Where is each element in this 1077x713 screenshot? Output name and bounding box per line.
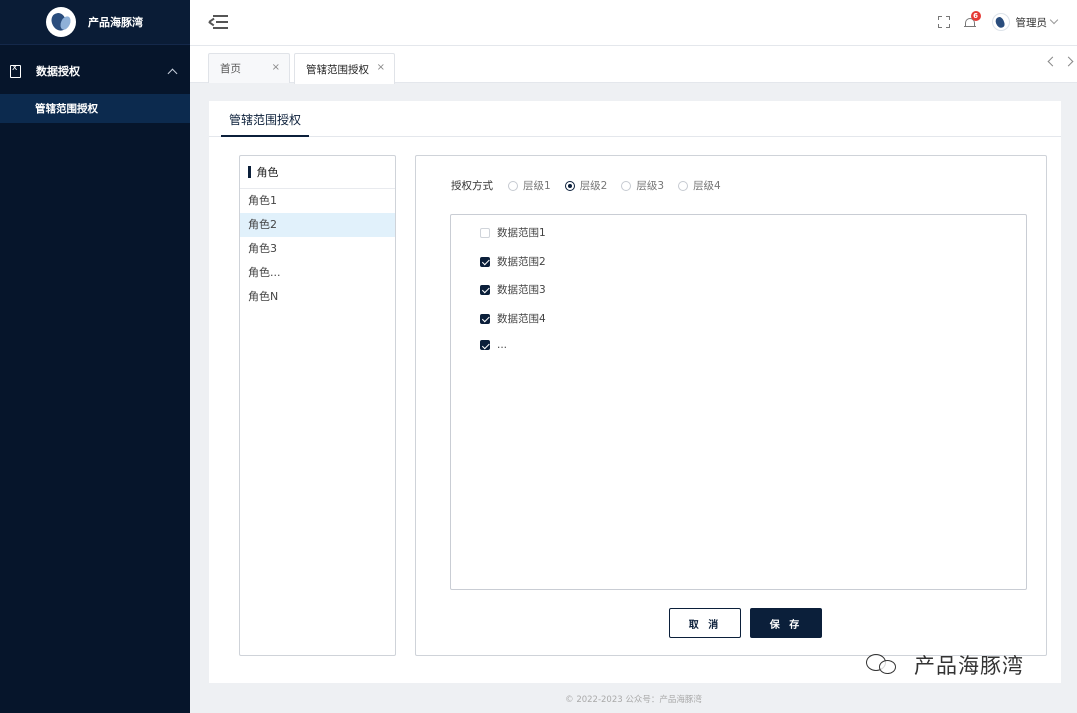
list-item[interactable]: 角色2 — [240, 213, 395, 237]
list-item[interactable]: 角色... — [240, 261, 395, 285]
dolphin-logo-icon — [46, 7, 76, 37]
checkbox-scope-more[interactable]: ... — [480, 339, 507, 351]
logo-bar: 产品海豚湾 — [0, 0, 190, 45]
data-scope-list: 数据范围1 数据范围2 数据范围3 数据范围4 ... — [450, 214, 1027, 590]
radio-level-1[interactable]: 层级1 — [508, 178, 551, 193]
radio-level-4[interactable]: 层级4 — [678, 178, 721, 193]
authorization-panel: 授权方式 层级1 层级2 层级3 层级4 数据范围1 数据范围2 数据范围3 数… — [415, 155, 1047, 656]
list-item[interactable]: 角色3 — [240, 237, 395, 261]
radio-level-2[interactable]: 层级2 — [564, 178, 607, 193]
authorization-mode-row: 授权方式 层级1 层级2 层级3 层级4 — [451, 178, 735, 193]
watermark: 产品海豚湾 — [866, 650, 1024, 680]
checkbox-scope-2[interactable]: 数据范围2 — [480, 254, 546, 269]
chevron-right-icon[interactable] — [1063, 56, 1074, 67]
chevron-up-icon — [167, 68, 178, 78]
collapse-menu-icon[interactable] — [208, 14, 228, 30]
checkbox-scope-3[interactable]: 数据范围3 — [480, 282, 546, 297]
close-icon[interactable]: × — [377, 62, 385, 73]
top-header: 6 管理员 — [190, 0, 1077, 46]
sidebar-item-jurisdiction-scope[interactable]: 管辖范围授权 — [0, 94, 190, 123]
chevron-down-icon[interactable] — [1049, 15, 1059, 25]
wechat-icon — [866, 650, 908, 680]
list-item[interactable]: 角色1 — [240, 189, 395, 213]
tab-label: 首页 — [220, 63, 241, 75]
panel-tab-title[interactable]: 管辖范围授权 — [221, 111, 310, 137]
document-icon — [10, 63, 21, 78]
sidebar-menu-label: 数据授权 — [36, 65, 80, 78]
content-panel: 管辖范围授权 角色 角色1 角色2 角色3 角色... 角色N 授权方式 层级1… — [209, 101, 1061, 683]
avatar[interactable] — [991, 13, 1010, 31]
checkbox-scope-4[interactable]: 数据范围4 — [480, 311, 546, 326]
authorization-mode-label: 授权方式 — [451, 180, 493, 192]
page-tabs-bar: 首页 × 管辖范围授权 × — [190, 46, 1077, 84]
chevron-left-icon[interactable] — [1047, 56, 1058, 67]
bell-icon[interactable]: 6 — [963, 10, 981, 29]
app-name: 产品海豚湾 — [88, 16, 143, 29]
sidebar: 产品海豚湾 数据授权 管辖范围授权 — [0, 0, 190, 713]
sidebar-menu-data-authorization[interactable]: 数据授权 — [0, 48, 190, 94]
tab-home[interactable]: 首页 × — [208, 53, 290, 83]
tab-label: 管辖范围授权 — [306, 63, 369, 76]
user-name[interactable]: 管理员 — [1016, 15, 1048, 30]
footer: © 2022-2023 公众号：产品海豚湾 — [565, 695, 702, 705]
list-item[interactable]: 角色N — [240, 285, 395, 309]
panel-tabs: 管辖范围授权 — [209, 101, 1061, 137]
checkbox-scope-1[interactable]: 数据范围1 — [480, 225, 546, 240]
role-header-label: 角色 — [256, 166, 279, 179]
save-button[interactable]: 保 存 — [750, 608, 822, 638]
watermark-text: 产品海豚湾 — [914, 654, 1024, 678]
radio-level-3[interactable]: 层级3 — [621, 178, 664, 193]
cancel-button[interactable]: 取 消 — [669, 608, 741, 638]
notification-badge: 6 — [970, 10, 981, 21]
role-list-header: 角色 — [240, 156, 395, 189]
role-list: 角色 角色1 角色2 角色3 角色... 角色N — [239, 155, 396, 656]
tab-jurisdiction-scope[interactable]: 管辖范围授权 × — [294, 53, 395, 84]
close-icon[interactable]: × — [272, 62, 280, 73]
fullscreen-icon[interactable] — [937, 16, 950, 28]
